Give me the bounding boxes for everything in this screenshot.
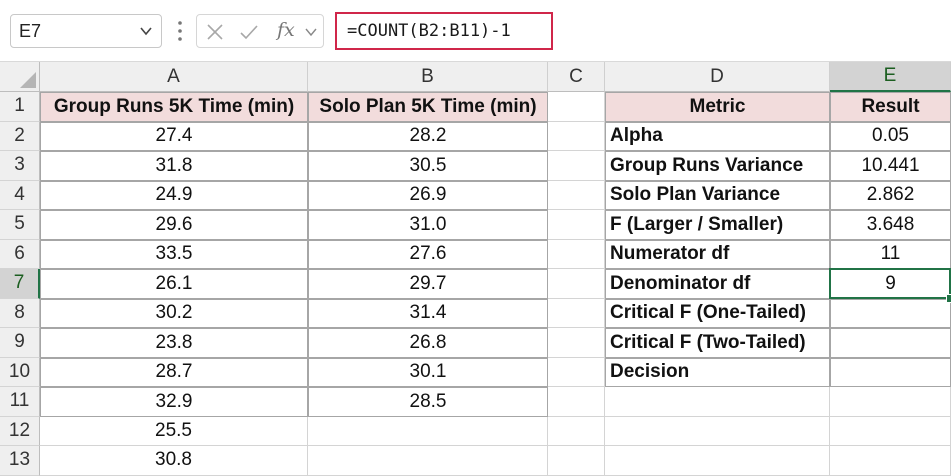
row-header-3[interactable]: 3 (0, 151, 40, 181)
row-header-6[interactable]: 6 (0, 239, 40, 269)
cell-a13[interactable]: 30.8 (40, 446, 308, 476)
column-header-a[interactable]: A (40, 62, 308, 92)
cell-c9[interactable] (548, 328, 605, 358)
cell-c1[interactable] (548, 92, 605, 122)
row-header-10[interactable]: 10 (0, 357, 40, 387)
row-header-5[interactable]: 5 (0, 210, 40, 240)
cell-d5[interactable]: F (Larger / Smaller) (605, 210, 830, 240)
cell-a9[interactable]: 23.8 (40, 328, 308, 358)
cell-d3[interactable]: Group Runs Variance (605, 151, 830, 181)
cell-e3[interactable]: 10.441 (830, 151, 951, 181)
cell-b4[interactable]: 26.9 (308, 180, 548, 210)
cell-e6[interactable]: 11 (830, 239, 951, 269)
formula-bar: E7 fx =COUNT(B2:B11)-1 (0, 0, 951, 62)
cell-d11[interactable] (605, 387, 830, 417)
cell-c2[interactable] (548, 121, 605, 151)
cell-d13[interactable] (605, 446, 830, 476)
cell-e11[interactable] (830, 387, 951, 417)
cell-d6[interactable]: Numerator df (605, 239, 830, 269)
cell-b9[interactable]: 26.8 (308, 328, 548, 358)
row-header-13[interactable]: 13 (0, 446, 40, 476)
cell-c7[interactable] (548, 269, 605, 299)
column-header-b[interactable]: B (308, 62, 548, 92)
chevron-down-icon[interactable] (139, 24, 153, 38)
cell-a6[interactable]: 33.5 (40, 239, 308, 269)
cell-b2[interactable]: 28.2 (308, 121, 548, 151)
formula-input[interactable]: =COUNT(B2:B11)-1 (335, 12, 553, 50)
cell-e13[interactable] (830, 446, 951, 476)
select-all-button[interactable] (0, 62, 40, 92)
cell-e12[interactable] (830, 416, 951, 446)
cell-e10[interactable] (830, 357, 951, 387)
column-header-d[interactable]: D (605, 62, 830, 92)
cell-d12[interactable] (605, 416, 830, 446)
more-options-icon[interactable] (175, 18, 185, 44)
cell-c5[interactable] (548, 210, 605, 240)
cell-c8[interactable] (548, 298, 605, 328)
formula-text: =COUNT(B2:B11)-1 (347, 21, 511, 41)
cell-a12[interactable]: 25.5 (40, 416, 308, 446)
formula-controls: fx (196, 14, 324, 48)
cell-c12[interactable] (548, 416, 605, 446)
cell-e9[interactable] (830, 328, 951, 358)
insert-function-icon[interactable]: fx (277, 19, 295, 41)
row-header-1[interactable]: 1 (0, 92, 40, 122)
row-header-2[interactable]: 2 (0, 121, 40, 151)
cell-c11[interactable] (548, 387, 605, 417)
cell-a11[interactable]: 32.9 (40, 387, 308, 417)
cell-d1[interactable]: Metric (605, 92, 830, 122)
cell-b6[interactable]: 27.6 (308, 239, 548, 269)
cell-b1[interactable]: Solo Plan 5K Time (min) (308, 92, 548, 122)
name-box[interactable]: E7 (10, 14, 162, 48)
cell-e7[interactable]: 9 (830, 269, 951, 299)
row-header-7[interactable]: 7 (0, 269, 40, 299)
cell-c10[interactable] (548, 357, 605, 387)
cell-c6[interactable] (548, 239, 605, 269)
cell-a7[interactable]: 26.1 (40, 269, 308, 299)
cell-b3[interactable]: 30.5 (308, 151, 548, 181)
cell-d8[interactable]: Critical F (One-Tailed) (605, 298, 830, 328)
cell-a4[interactable]: 24.9 (40, 180, 308, 210)
row-header-12[interactable]: 12 (0, 416, 40, 446)
cell-c3[interactable] (548, 151, 605, 181)
select-all-icon (20, 72, 36, 88)
cell-c13[interactable] (548, 446, 605, 476)
cell-d9[interactable]: Critical F (Two-Tailed) (605, 328, 830, 358)
cell-a3[interactable]: 31.8 (40, 151, 308, 181)
fill-handle[interactable] (946, 293, 951, 303)
column-header-c[interactable]: C (548, 62, 605, 92)
cell-a2[interactable]: 27.4 (40, 121, 308, 151)
row-header-11[interactable]: 11 (0, 387, 40, 417)
row-header-4[interactable]: 4 (0, 180, 40, 210)
name-box-value: E7 (19, 21, 42, 41)
cell-b13[interactable] (308, 446, 548, 476)
cell-d7[interactable]: Denominator df (605, 269, 830, 299)
cell-e8[interactable] (830, 298, 951, 328)
cell-b5[interactable]: 31.0 (308, 210, 548, 240)
cell-e5[interactable]: 3.648 (830, 210, 951, 240)
cell-d10[interactable]: Decision (605, 357, 830, 387)
chevron-down-icon[interactable] (304, 25, 318, 39)
cell-b8[interactable]: 31.4 (308, 298, 548, 328)
cell-c4[interactable] (548, 180, 605, 210)
cell-d2[interactable]: Alpha (605, 121, 830, 151)
cell-b7[interactable]: 29.7 (308, 269, 548, 299)
cell-a1[interactable]: Group Runs 5K Time (min) (40, 92, 308, 122)
cell-e1[interactable]: Result (830, 92, 951, 122)
cell-e2[interactable]: 0.05 (830, 121, 951, 151)
cell-d4[interactable]: Solo Plan Variance (605, 180, 830, 210)
cell-b10[interactable]: 30.1 (308, 357, 548, 387)
check-icon[interactable] (239, 22, 259, 42)
cell-b12[interactable] (308, 416, 548, 446)
cell-e4[interactable]: 2.862 (830, 180, 951, 210)
cancel-icon[interactable] (205, 22, 225, 42)
row-header-9[interactable]: 9 (0, 328, 40, 358)
column-header-e[interactable]: E (830, 62, 951, 92)
cell-b11[interactable]: 28.5 (308, 387, 548, 417)
cell-a10[interactable]: 28.7 (40, 357, 308, 387)
cell-a8[interactable]: 30.2 (40, 298, 308, 328)
row-header-8[interactable]: 8 (0, 298, 40, 328)
cell-a5[interactable]: 29.6 (40, 210, 308, 240)
